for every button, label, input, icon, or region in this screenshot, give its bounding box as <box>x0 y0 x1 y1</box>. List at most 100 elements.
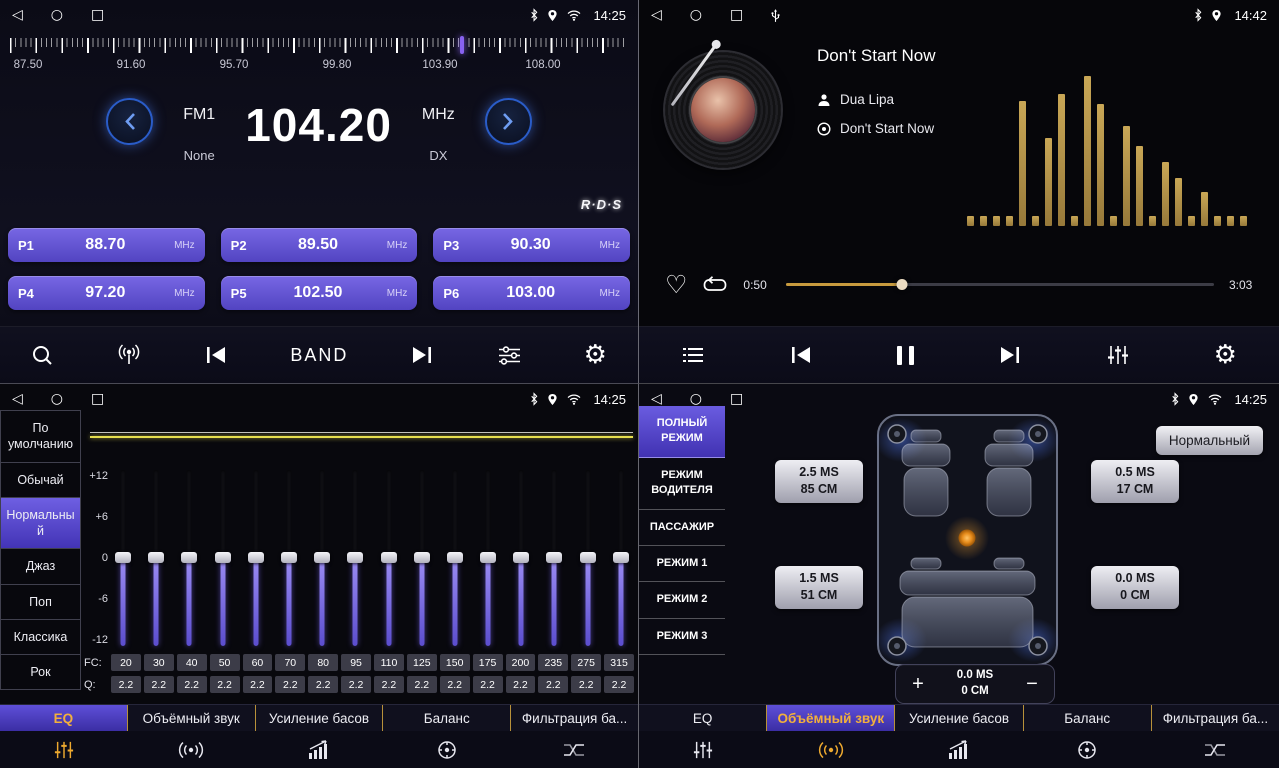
tab-surround[interactable]: Объёмный звук <box>767 705 895 731</box>
audio-settings-icon[interactable] <box>497 345 522 366</box>
slider-handle[interactable] <box>115 552 131 563</box>
previous-track-icon[interactable] <box>789 345 813 365</box>
eq-tab-icon[interactable] <box>639 731 767 768</box>
next-track-icon[interactable] <box>998 345 1022 365</box>
surround-tab-icon[interactable] <box>128 731 256 768</box>
decrease-delay-button[interactable]: − <box>1010 673 1054 696</box>
eq-preset-item[interactable]: Нормальный <box>0 498 81 550</box>
preset-button-p4[interactable]: P4 97.20 MHz <box>8 276 205 310</box>
settings-gear-icon[interactable]: ⚙ <box>1214 342 1237 368</box>
eq-band-slider[interactable] <box>313 470 331 646</box>
eq-band-slider[interactable] <box>247 470 265 646</box>
previous-track-icon[interactable] <box>204 345 228 365</box>
slider-handle[interactable] <box>148 552 164 563</box>
surround-mode-item[interactable]: ПАССАЖИР <box>639 510 725 546</box>
eq-band-slider[interactable] <box>545 470 563 646</box>
eq-preset-item[interactable]: Рок <box>0 655 81 690</box>
tab-bass-boost[interactable]: Усиление басов <box>895 705 1023 731</box>
tab-filter[interactable]: Фильтрация ба... <box>511 705 638 731</box>
nav-home-icon[interactable]: ○ <box>51 8 63 22</box>
eq-preset-item[interactable]: Поп <box>0 585 81 620</box>
surround-tab-icon[interactable] <box>767 731 895 768</box>
eq-band-slider[interactable] <box>346 470 364 646</box>
bass-boost-tab-icon[interactable] <box>255 731 383 768</box>
progress-slider[interactable] <box>786 278 1214 291</box>
playlist-icon[interactable] <box>681 346 705 364</box>
nav-recents-icon[interactable]: □ <box>91 392 104 406</box>
nav-recents-icon[interactable]: □ <box>91 8 104 22</box>
nav-back-icon[interactable]: ◁ <box>12 392 23 406</box>
tab-eq[interactable]: EQ <box>0 705 128 731</box>
next-track-icon[interactable] <box>410 345 434 365</box>
nav-home-icon[interactable]: ○ <box>690 392 702 406</box>
nav-home-icon[interactable]: ○ <box>51 392 63 406</box>
repeat-icon[interactable] <box>702 276 728 294</box>
nav-recents-icon[interactable]: □ <box>730 392 743 406</box>
slider-handle[interactable] <box>513 552 529 563</box>
eq-band-slider[interactable] <box>147 470 165 646</box>
nav-back-icon[interactable]: ◁ <box>12 8 23 22</box>
balance-tab-icon[interactable] <box>383 731 511 768</box>
slider-handle[interactable] <box>613 552 629 563</box>
progress-knob[interactable] <box>896 279 907 290</box>
slider-handle[interactable] <box>381 552 397 563</box>
filter-tab-icon[interactable] <box>1151 731 1279 768</box>
favorite-icon[interactable]: ♡ <box>665 272 687 297</box>
eq-band-slider[interactable] <box>446 470 464 646</box>
eq-band-slider[interactable] <box>280 470 298 646</box>
nav-recents-icon[interactable]: □ <box>730 8 743 22</box>
eq-band-slider[interactable] <box>579 470 597 646</box>
preset-button-p5[interactable]: P5 102.50 MHz <box>221 276 418 310</box>
slider-handle[interactable] <box>281 552 297 563</box>
slider-handle[interactable] <box>181 552 197 563</box>
eq-band-slider[interactable] <box>214 470 232 646</box>
rear-right-delay-button[interactable]: 0.0 MS 0 СМ <box>1091 566 1179 609</box>
surround-mode-item[interactable]: ПОЛНЫЙ РЕЖИМ <box>639 406 725 458</box>
filter-tab-icon[interactable] <box>510 731 638 768</box>
front-left-delay-button[interactable]: 2.5 MS 85 СМ <box>775 460 863 503</box>
eq-band-slider[interactable] <box>380 470 398 646</box>
bass-boost-tab-icon[interactable] <box>895 731 1023 768</box>
frequency-pointer[interactable] <box>460 36 464 54</box>
increase-delay-button[interactable]: + <box>896 673 940 696</box>
tune-up-button[interactable] <box>485 98 532 145</box>
slider-handle[interactable] <box>447 552 463 563</box>
balance-tab-icon[interactable] <box>1023 731 1151 768</box>
nav-home-icon[interactable]: ○ <box>690 8 702 22</box>
slider-handle[interactable] <box>546 552 562 563</box>
slider-handle[interactable] <box>480 552 496 563</box>
slider-handle[interactable] <box>347 552 363 563</box>
surround-mode-item[interactable]: РЕЖИМ 1 <box>639 546 725 582</box>
eq-band-slider[interactable] <box>479 470 497 646</box>
tab-balance[interactable]: Баланс <box>1024 705 1152 731</box>
pause-icon[interactable] <box>897 346 914 365</box>
eq-band-slider[interactable] <box>612 470 630 646</box>
frequency-scale[interactable]: 87.50 91.60 95.70 99.80 103.90 108.00 <box>0 32 638 78</box>
tab-filter[interactable]: Фильтрация ба... <box>1152 705 1279 731</box>
rear-left-delay-button[interactable]: 1.5 MS 51 СМ <box>775 566 863 609</box>
eq-preset-item[interactable]: Обычай <box>0 463 81 498</box>
preset-button-p2[interactable]: P2 89.50 MHz <box>221 228 418 262</box>
preset-button-p6[interactable]: P6 103.00 MHz <box>433 276 630 310</box>
equalizer-icon[interactable] <box>1106 344 1130 366</box>
preset-button-p3[interactable]: P3 90.30 MHz <box>433 228 630 262</box>
broadcast-icon[interactable] <box>116 343 142 367</box>
front-right-delay-button[interactable]: 0.5 MS 17 СМ <box>1091 460 1179 503</box>
eq-preset-item[interactable]: Классика <box>0 620 81 655</box>
eq-band-slider[interactable] <box>512 470 530 646</box>
preset-button-p1[interactable]: P1 88.70 MHz <box>8 228 205 262</box>
album-art[interactable] <box>665 52 781 168</box>
slider-handle[interactable] <box>248 552 264 563</box>
tab-eq[interactable]: EQ <box>639 705 767 731</box>
surround-mode-item[interactable]: РЕЖИМ 2 <box>639 582 725 618</box>
surround-mode-item[interactable]: РЕЖИМ 3 <box>639 619 725 655</box>
eq-preset-item[interactable]: Джаз <box>0 549 81 584</box>
slider-handle[interactable] <box>580 552 596 563</box>
eq-band-slider[interactable] <box>413 470 431 646</box>
surround-preset-button[interactable]: Нормальный <box>1156 426 1263 455</box>
tab-balance[interactable]: Баланс <box>383 705 511 731</box>
tab-surround[interactable]: Объёмный звук <box>128 705 256 731</box>
tab-bass-boost[interactable]: Усиление басов <box>256 705 384 731</box>
slider-handle[interactable] <box>314 552 330 563</box>
nav-back-icon[interactable]: ◁ <box>651 8 662 22</box>
